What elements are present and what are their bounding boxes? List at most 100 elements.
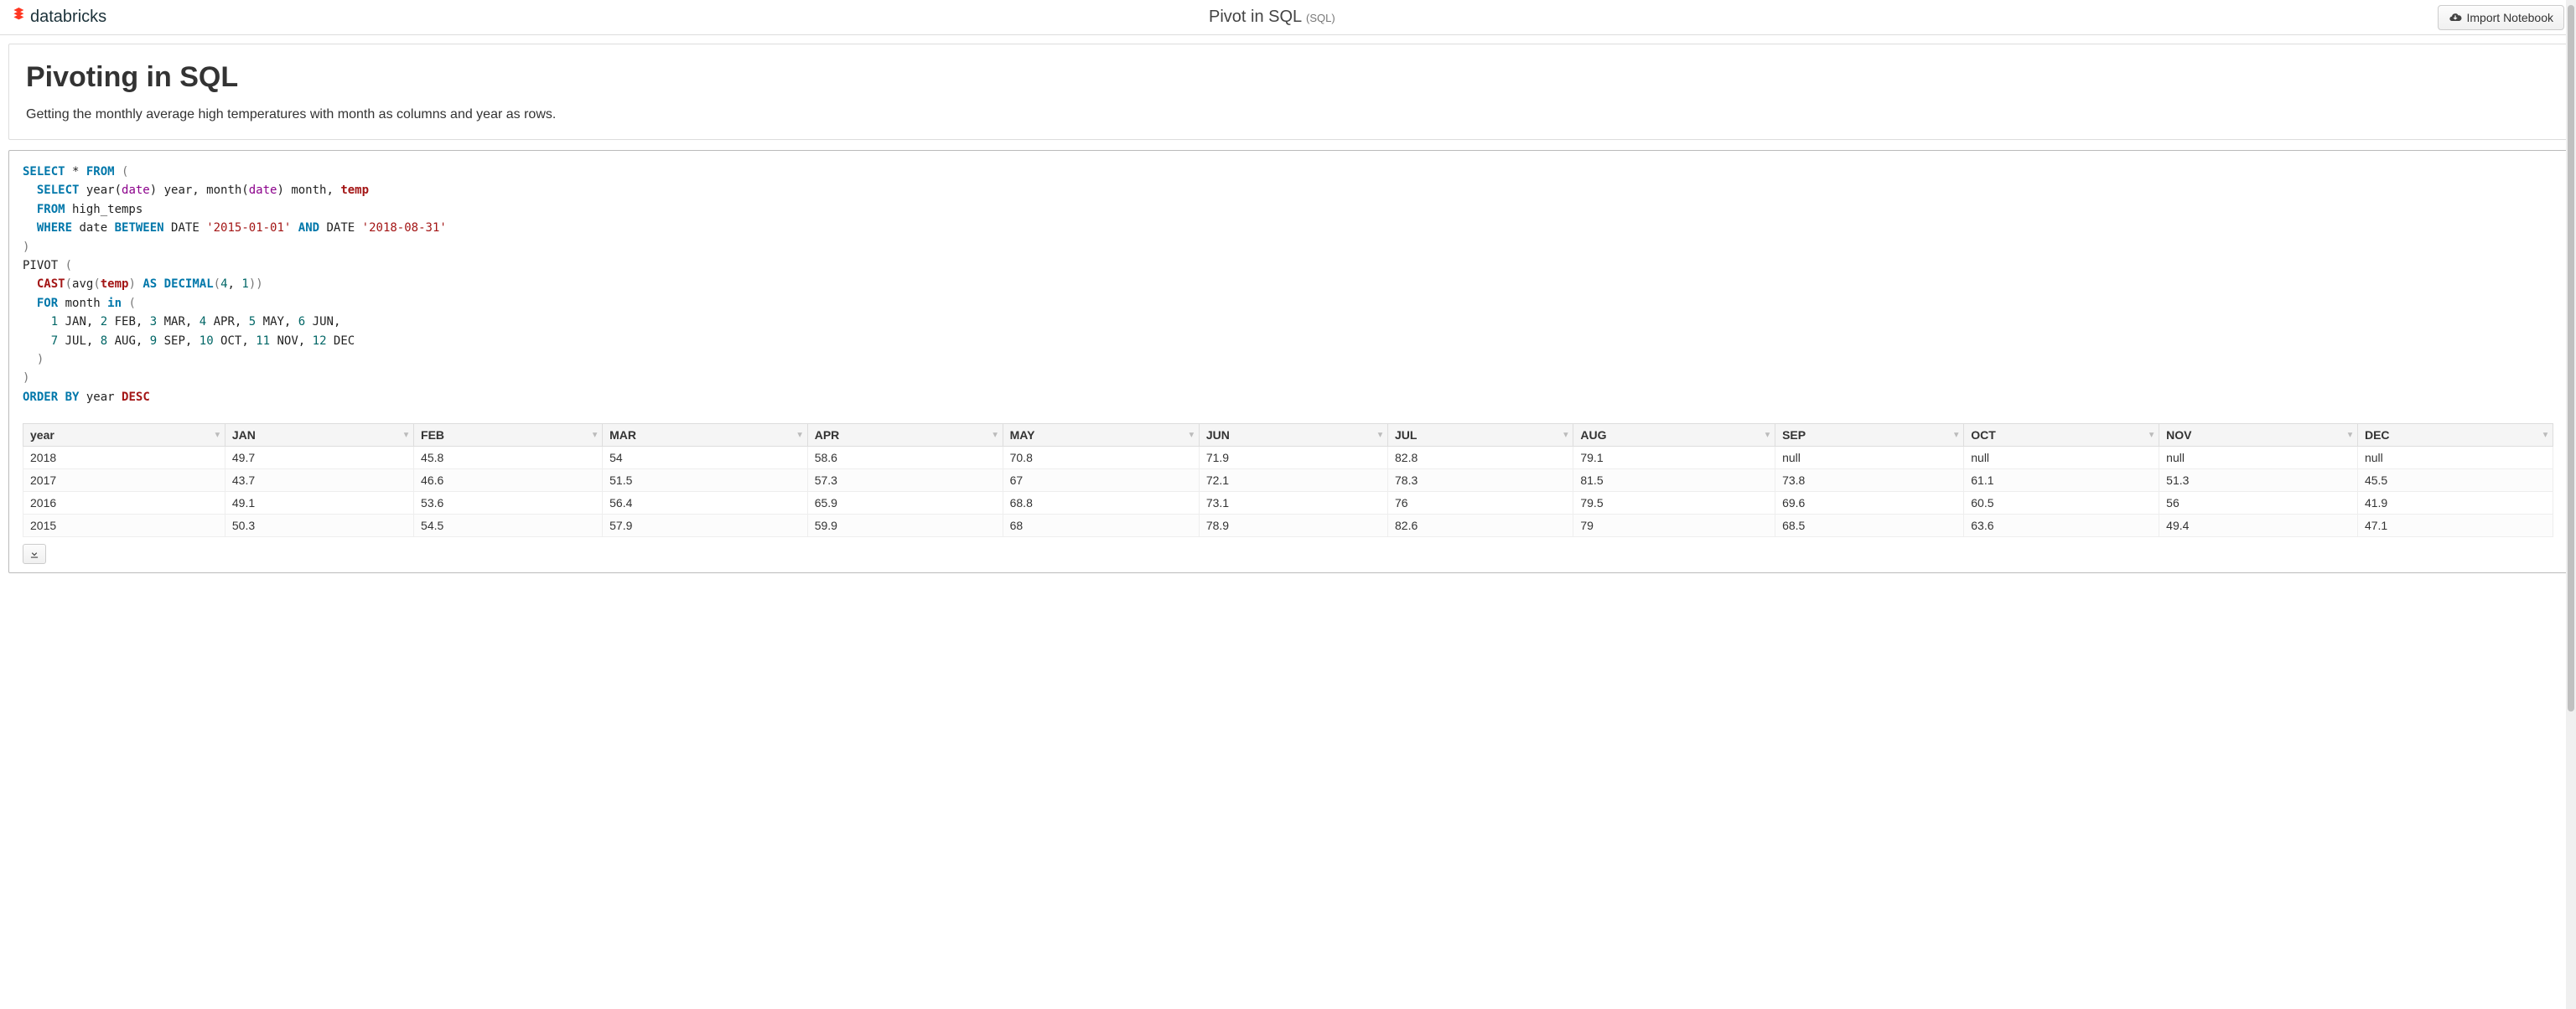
md-paragraph: Getting the monthly average high tempera… [26, 107, 2550, 122]
table-cell: 78.9 [1199, 515, 1387, 537]
column-header[interactable]: MAY▾ [1003, 424, 1199, 447]
table-cell: 41.9 [2357, 492, 2553, 515]
notebook-content: Pivoting in SQL Getting the monthly aver… [0, 35, 2576, 582]
md-heading: Pivoting in SQL [26, 61, 2550, 94]
table-cell: 51.5 [603, 469, 808, 492]
table-cell: 71.9 [1199, 447, 1387, 469]
results-table: year▾JAN▾FEB▾MAR▾APR▾MAY▾JUN▾JUL▾AUG▾SEP… [23, 423, 2553, 537]
table-header-row: year▾JAN▾FEB▾MAR▾APR▾MAY▾JUN▾JUL▾AUG▾SEP… [23, 424, 2553, 447]
column-header[interactable]: JUN▾ [1199, 424, 1387, 447]
table-cell: 72.1 [1199, 469, 1387, 492]
column-header[interactable]: MAR▾ [603, 424, 808, 447]
sort-caret-icon: ▾ [215, 431, 220, 440]
column-header[interactable]: JUL▾ [1388, 424, 1573, 447]
sort-caret-icon: ▾ [593, 431, 597, 440]
scrollbar-thumb[interactable] [2568, 5, 2574, 711]
sort-caret-icon: ▾ [993, 431, 998, 440]
table-cell: 73.8 [1775, 469, 1964, 492]
table-cell: 47.1 [2357, 515, 2553, 537]
column-header[interactable]: OCT▾ [1964, 424, 2159, 447]
sort-caret-icon: ▾ [1765, 431, 1770, 440]
column-header[interactable]: APR▾ [807, 424, 1003, 447]
table-cell: 78.3 [1388, 469, 1573, 492]
table-cell: 59.9 [807, 515, 1003, 537]
column-header[interactable]: NOV▾ [2159, 424, 2358, 447]
code-cell: SELECT * FROM ( SELECT year(date) year, … [8, 150, 2568, 573]
sort-caret-icon: ▾ [1563, 431, 1568, 440]
table-cell: 56.4 [603, 492, 808, 515]
table-cell: 2017 [23, 469, 225, 492]
table-cell: 58.6 [807, 447, 1003, 469]
table-cell: 61.1 [1964, 469, 2159, 492]
table-cell: 82.6 [1388, 515, 1573, 537]
table-cell: 43.7 [225, 469, 413, 492]
table-cell: 63.6 [1964, 515, 2159, 537]
sql-code[interactable]: SELECT * FROM ( SELECT year(date) year, … [23, 163, 2553, 406]
import-notebook-button[interactable]: Import Notebook [2438, 5, 2565, 30]
notebook-title-text: Pivot in SQL [1209, 8, 1301, 26]
notebook-lang: (SQL) [1306, 12, 1335, 24]
table-cell: 2015 [23, 515, 225, 537]
logo-text: databricks [30, 8, 106, 27]
table-row: 201649.153.656.465.968.873.17679.569.660… [23, 492, 2553, 515]
column-header[interactable]: AUG▾ [1573, 424, 1775, 447]
app-header: databricks Pivot in SQL (SQL) Import Not… [0, 0, 2576, 35]
notebook-title: Pivot in SQL (SQL) [1209, 8, 1335, 27]
table-cell: 76 [1388, 492, 1573, 515]
table-cell: 69.6 [1775, 492, 1964, 515]
databricks-logo: databricks [12, 8, 106, 27]
column-header[interactable]: year▾ [23, 424, 225, 447]
column-header[interactable]: FEB▾ [414, 424, 603, 447]
sort-caret-icon: ▾ [1190, 431, 1194, 440]
table-cell: 68.5 [1775, 515, 1964, 537]
vertical-scrollbar[interactable] [2566, 0, 2576, 1009]
sort-caret-icon: ▾ [404, 431, 408, 440]
table-cell: 81.5 [1573, 469, 1775, 492]
download-results-button[interactable] [23, 544, 46, 564]
table-cell: null [2159, 447, 2358, 469]
results-panel: year▾JAN▾FEB▾MAR▾APR▾MAY▾JUN▾JUL▾AUG▾SEP… [23, 423, 2553, 564]
table-cell: 57.3 [807, 469, 1003, 492]
table-cell: 2018 [23, 447, 225, 469]
sort-caret-icon: ▾ [1954, 431, 1958, 440]
table-cell: 65.9 [807, 492, 1003, 515]
table-cell: 49.7 [225, 447, 413, 469]
sort-caret-icon: ▾ [2149, 431, 2154, 440]
table-cell: 50.3 [225, 515, 413, 537]
sort-caret-icon: ▾ [2348, 431, 2352, 440]
table-cell: null [1964, 447, 2159, 469]
table-cell: 79 [1573, 515, 1775, 537]
table-cell: 67 [1003, 469, 1199, 492]
table-cell: 79.1 [1573, 447, 1775, 469]
import-label: Import Notebook [2467, 11, 2554, 24]
sort-caret-icon: ▾ [1378, 431, 1382, 440]
table-cell: 70.8 [1003, 447, 1199, 469]
table-cell: 56 [2159, 492, 2358, 515]
sort-caret-icon: ▾ [798, 431, 802, 440]
table-cell: 49.4 [2159, 515, 2358, 537]
table-cell: 82.8 [1388, 447, 1573, 469]
table-cell: 68.8 [1003, 492, 1199, 515]
table-cell: null [1775, 447, 1964, 469]
table-cell: 45.8 [414, 447, 603, 469]
databricks-logo-icon [12, 8, 27, 27]
table-cell: 79.5 [1573, 492, 1775, 515]
table-row: 201550.354.557.959.96878.982.67968.563.6… [23, 515, 2553, 537]
table-cell: 49.1 [225, 492, 413, 515]
table-cell: 73.1 [1199, 492, 1387, 515]
table-cell: 54 [603, 447, 808, 469]
download-icon [29, 548, 40, 560]
table-cell: null [2357, 447, 2553, 469]
table-cell: 45.5 [2357, 469, 2553, 492]
table-cell: 68 [1003, 515, 1199, 537]
table-cell: 54.5 [414, 515, 603, 537]
table-cell: 53.6 [414, 492, 603, 515]
table-cell: 46.6 [414, 469, 603, 492]
sort-caret-icon: ▾ [2543, 431, 2547, 440]
table-body: 201849.745.85458.670.871.982.879.1nullnu… [23, 447, 2553, 537]
cloud-download-icon [2449, 11, 2462, 24]
column-header[interactable]: JAN▾ [225, 424, 413, 447]
column-header[interactable]: DEC▾ [2357, 424, 2553, 447]
table-cell: 51.3 [2159, 469, 2358, 492]
column-header[interactable]: SEP▾ [1775, 424, 1964, 447]
